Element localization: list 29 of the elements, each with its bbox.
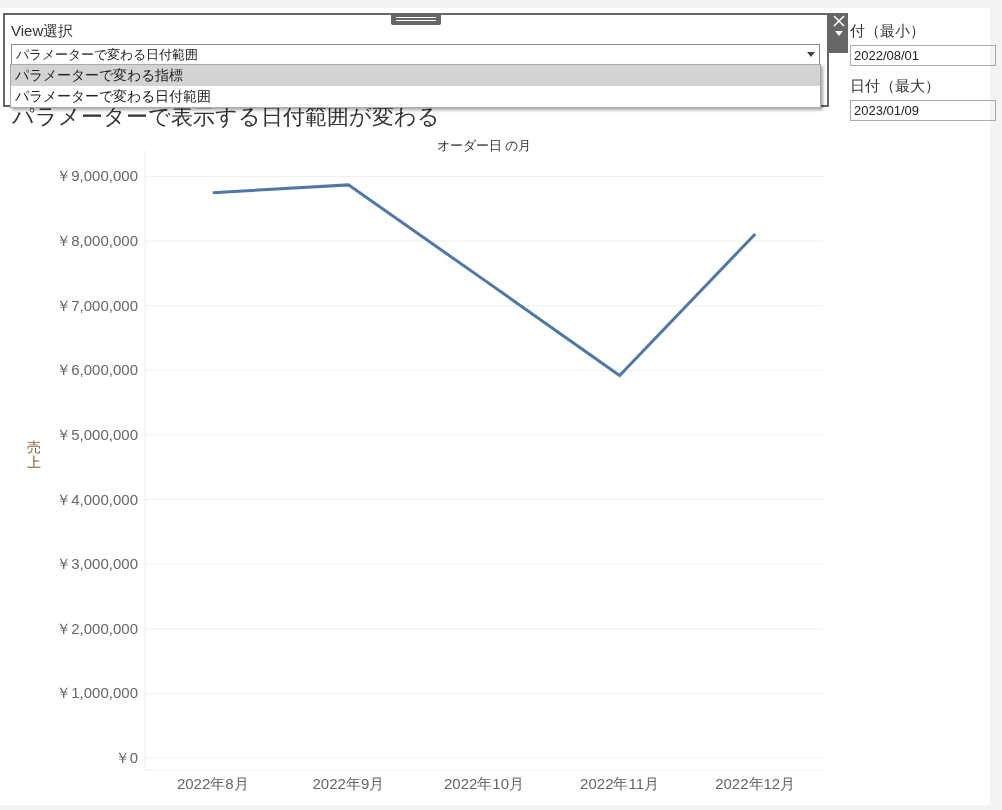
y-axis-label: 売上 bbox=[27, 440, 41, 471]
dropdown-option[interactable]: パラメーターで変わる日付範囲 bbox=[11, 86, 820, 107]
y-tick-label: ￥2,000,000 bbox=[56, 620, 138, 636]
y-tick-label: ￥8,000,000 bbox=[56, 233, 138, 249]
y-tick-label: ￥6,000,000 bbox=[56, 362, 138, 378]
dropdown-option[interactable]: パラメーターで変わる指標 bbox=[11, 65, 820, 86]
drag-handle-icon[interactable] bbox=[391, 13, 441, 25]
y-tick-label: ￥9,000,000 bbox=[56, 168, 138, 184]
x-tick-label: 2022年11月 bbox=[579, 776, 661, 791]
y-tick-label: ￥7,000,000 bbox=[56, 297, 138, 313]
x-tick-label: 2022年8月 bbox=[175, 776, 250, 791]
x-tick-label: 2022年10月 bbox=[442, 776, 526, 791]
x-tick-label: 2022年9月 bbox=[311, 776, 386, 791]
close-icon[interactable] bbox=[832, 15, 845, 27]
y-tick-label: ￥1,000,000 bbox=[56, 685, 138, 701]
x-tick-label: 2022年12月 bbox=[714, 776, 797, 791]
caret-icon[interactable] bbox=[834, 31, 843, 36]
dropdown-select[interactable]: パラメーターで変わる日付範囲 bbox=[11, 44, 820, 65]
y-tick-label: ￥0 bbox=[114, 750, 138, 765]
parameter-label: 日付（最大） bbox=[850, 76, 941, 96]
parameter-label: 付（最小） bbox=[850, 21, 926, 41]
y-tick-label: ￥3,000,000 bbox=[56, 556, 138, 572]
y-tick-label: ￥5,000,000 bbox=[56, 426, 138, 442]
caret-icon bbox=[807, 52, 815, 57]
date-input[interactable]: 2022/08/01 bbox=[850, 45, 996, 66]
y-tick-label: ￥4,000,000 bbox=[56, 491, 138, 507]
chart-title: オーダー日 の月 bbox=[435, 137, 533, 155]
date-input[interactable]: 2023/01/09 bbox=[850, 100, 996, 121]
popup-title: View選択 bbox=[11, 21, 75, 41]
